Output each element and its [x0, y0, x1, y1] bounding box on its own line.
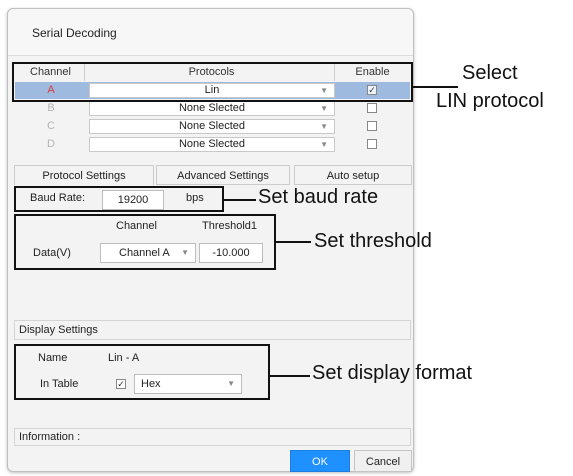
enable-checkbox-c[interactable] [367, 121, 377, 131]
annotation-box-protocol [12, 62, 413, 102]
display-format-value: Hex [141, 378, 161, 390]
table-row-channel-c[interactable]: C None Slected ▼ [15, 118, 410, 135]
callout-select: Select [462, 62, 518, 84]
enable-checkbox-b[interactable] [367, 103, 377, 113]
baud-rate-input[interactable]: 19200 [102, 190, 164, 210]
dialog-title: Serial Decoding [32, 26, 117, 40]
display-settings-header: Display Settings [14, 320, 411, 340]
cancel-button[interactable]: Cancel [354, 450, 412, 472]
protocol-dropdown-d[interactable]: None Slected ▼ [89, 137, 335, 152]
chevron-down-icon: ▼ [227, 379, 235, 388]
annotation-line-threshold [276, 241, 311, 243]
baud-rate-label: Baud Rate: [30, 192, 86, 204]
annotation-line-protocol [413, 86, 458, 88]
callout-baud: Set baud rate [258, 186, 379, 208]
baud-unit-label: bps [186, 192, 204, 204]
enable-checkbox-d[interactable] [367, 139, 377, 149]
information-label: Information : [19, 431, 81, 443]
table-row-channel-d[interactable]: D None Slected ▼ [15, 136, 410, 153]
callout-display: Set display format [312, 362, 473, 384]
channel-label: D [47, 138, 55, 150]
dialog-titlebar: Serial Decoding [8, 9, 413, 56]
annotation-line-baud [224, 199, 256, 201]
protocol-value: None Slected [178, 120, 246, 132]
chevron-down-icon: ▼ [181, 248, 189, 257]
name-label: Name [38, 352, 68, 364]
callout-threshold: Set threshold [314, 230, 432, 252]
chevron-down-icon: ▼ [320, 104, 328, 113]
enable-cell [337, 100, 408, 117]
display-format-select[interactable]: Hex ▼ [134, 374, 242, 394]
annotation-line-display [270, 375, 310, 377]
callout-lin-protocol: LIN protocol [436, 90, 544, 112]
threshold-channel-select[interactable]: Channel A ▼ [100, 243, 196, 263]
name-value: Lin - A [108, 352, 140, 364]
threshold-col-channel: Channel [116, 220, 157, 232]
table-row-channel-b[interactable]: B None Slected ▼ [15, 100, 410, 117]
tab-advanced-settings[interactable]: Advanced Settings [156, 165, 290, 185]
protocol-dropdown-c[interactable]: None Slected ▼ [89, 119, 335, 134]
ok-button[interactable]: OK [290, 450, 350, 472]
chevron-down-icon: ▼ [320, 122, 328, 131]
protocol-dropdown-b[interactable]: None Slected ▼ [89, 101, 335, 116]
threshold-value-input[interactable]: -10.000 [199, 243, 263, 263]
in-table-label: In Table [40, 378, 79, 390]
protocol-value: None Slected [178, 138, 246, 150]
tab-protocol-settings[interactable]: Protocol Settings [14, 165, 154, 185]
tab-auto-setup[interactable]: Auto setup [294, 165, 412, 185]
data-v-label: Data(V) [33, 247, 71, 259]
information-panel: Information : [14, 428, 411, 446]
display-settings-title: Display Settings [19, 324, 98, 336]
in-table-checkbox[interactable]: ✓ [116, 379, 126, 389]
chevron-down-icon: ▼ [320, 140, 328, 149]
threshold-col-threshold: Threshold1 [202, 220, 258, 232]
threshold-channel-value: Channel A [119, 247, 170, 259]
protocol-value: None Slected [178, 102, 246, 114]
enable-cell [337, 136, 408, 153]
channel-label: B [47, 102, 55, 114]
enable-cell [337, 118, 408, 135]
channel-label: C [47, 120, 55, 132]
